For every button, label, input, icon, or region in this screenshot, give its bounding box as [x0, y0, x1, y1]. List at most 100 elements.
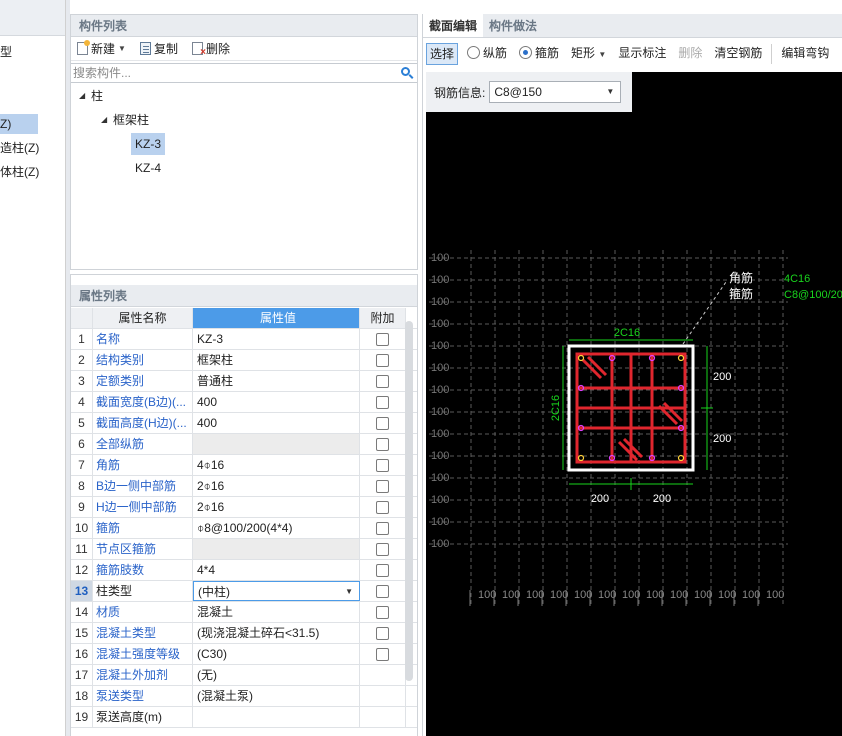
property-row[interactable]: 4 截面宽度(B边)(... 400	[71, 392, 417, 413]
add-checkbox-cell[interactable]	[360, 413, 406, 433]
property-row[interactable]: 14 材质 混凝土	[71, 602, 417, 623]
copy-button[interactable]: 复制	[138, 39, 180, 59]
add-checkbox-cell[interactable]	[360, 644, 406, 664]
add-checkbox[interactable]	[376, 416, 389, 430]
add-checkbox[interactable]	[376, 479, 389, 493]
property-row[interactable]: 16 混凝土强度等级 (C30)	[71, 644, 417, 665]
header-name[interactable]: 属性名称	[93, 308, 193, 328]
delete-button[interactable]: 删除	[190, 39, 232, 59]
property-row[interactable]: 19 泵送高度(m)	[71, 707, 417, 728]
expand-arrow-icon[interactable]: ◢	[79, 85, 91, 107]
property-row[interactable]: 18 泵送类型 (混凝土泵)	[71, 686, 417, 707]
chevron-down-icon[interactable]: ▼	[345, 582, 353, 600]
add-checkbox[interactable]	[376, 500, 389, 514]
add-checkbox[interactable]	[376, 458, 389, 472]
section-canvas[interactable]: 100 100 100 100 100 100 100 100 100 100 100 100 100 1…	[426, 72, 842, 736]
add-checkbox-cell[interactable]	[360, 350, 406, 370]
add-checkbox[interactable]	[376, 584, 389, 598]
add-checkbox[interactable]	[376, 605, 389, 619]
left-list-item[interactable]: 体柱(Z)	[0, 162, 40, 182]
tree-node-root[interactable]: ◢ 柱	[79, 85, 103, 107]
property-value[interactable]: 框架柱	[193, 350, 360, 370]
search-icon[interactable]	[401, 67, 410, 76]
add-checkbox-cell[interactable]	[360, 371, 406, 391]
property-scrollbar[interactable]	[405, 321, 413, 681]
property-row[interactable]: 10 箍筋 ⌽8@100/200(4*4)	[71, 518, 417, 539]
add-checkbox-cell[interactable]	[360, 686, 406, 706]
show-annotation-button[interactable]: 显示标注	[615, 43, 669, 65]
add-checkbox[interactable]	[376, 332, 389, 346]
tree-node-group[interactable]: ◢ 框架柱	[101, 109, 149, 131]
left-list-item[interactable]: 型	[0, 42, 40, 62]
select-button[interactable]: 选择	[426, 43, 459, 65]
add-checkbox-cell[interactable]	[360, 623, 406, 643]
property-row[interactable]: 8 B边一侧中部筋 2⌽16	[71, 476, 417, 497]
add-checkbox-cell[interactable]	[360, 539, 406, 559]
new-button[interactable]: 新建 ▼	[75, 39, 128, 59]
add-checkbox-cell[interactable]	[360, 518, 406, 538]
left-list-item-selected[interactable]: Z)	[0, 114, 38, 134]
property-value[interactable]: KZ-3	[193, 329, 360, 349]
tab-component-method[interactable]: 构件做法	[483, 14, 543, 37]
left-list-item[interactable]: 造柱(Z)	[0, 138, 40, 158]
property-value[interactable]: 2⌽16	[193, 497, 360, 517]
add-checkbox[interactable]	[376, 626, 389, 640]
longitudinal-radio[interactable]: 纵筋	[464, 43, 510, 65]
add-checkbox[interactable]	[376, 647, 389, 661]
edit-hook-button[interactable]: 编辑弯钩	[778, 43, 832, 65]
add-checkbox[interactable]	[376, 395, 389, 409]
property-value[interactable]: 2⌽16	[193, 476, 360, 496]
clear-rebar-button[interactable]: 清空钢筋	[711, 43, 765, 65]
property-value[interactable]: (中柱) ▼	[193, 581, 360, 601]
add-checkbox-cell[interactable]	[360, 665, 406, 685]
add-checkbox-cell[interactable]	[360, 497, 406, 517]
property-value[interactable]	[193, 539, 360, 559]
search-input[interactable]	[71, 64, 417, 82]
chevron-down-icon[interactable]: ▼	[118, 44, 126, 53]
property-row[interactable]: 6 全部纵筋	[71, 434, 417, 455]
property-row[interactable]: 17 混凝土外加剂 (无)	[71, 665, 417, 686]
add-checkbox[interactable]	[376, 374, 389, 388]
property-row[interactable]: 5 截面高度(H边)(... 400	[71, 413, 417, 434]
tree-leaf-kz3[interactable]: KZ-3	[131, 133, 166, 155]
add-checkbox-cell[interactable]	[360, 434, 406, 454]
property-row[interactable]: 7 角筋 4⌽16	[71, 455, 417, 476]
property-value[interactable]: 普通柱	[193, 371, 360, 391]
add-checkbox-cell[interactable]	[360, 392, 406, 412]
rebar-info-dropdown[interactable]: C8@150 ▼	[489, 81, 622, 103]
add-checkbox-cell[interactable]	[360, 560, 406, 580]
property-row[interactable]: 15 混凝土类型 (现浇混凝土碎石<31.5)	[71, 623, 417, 644]
add-checkbox-cell[interactable]	[360, 476, 406, 496]
add-checkbox-cell[interactable]	[360, 581, 406, 601]
shape-dropdown[interactable]: 矩形 ▼	[568, 43, 609, 65]
add-checkbox[interactable]	[376, 563, 389, 577]
add-checkbox-cell[interactable]	[360, 455, 406, 475]
add-checkbox[interactable]	[376, 521, 389, 535]
property-row[interactable]: 13 柱类型 (中柱) ▼	[71, 581, 417, 602]
header-value[interactable]: 属性值	[193, 308, 360, 328]
add-checkbox[interactable]	[376, 542, 389, 556]
property-value[interactable]: (现浇混凝土碎石<31.5)	[193, 623, 360, 643]
add-checkbox[interactable]	[376, 353, 389, 367]
add-checkbox-cell[interactable]	[360, 602, 406, 622]
stirrup-radio[interactable]: 箍筋	[516, 43, 562, 65]
property-value[interactable]	[193, 434, 360, 454]
property-row[interactable]: 9 H边一侧中部筋 2⌽16	[71, 497, 417, 518]
property-value[interactable]: (C30)	[193, 644, 360, 664]
property-value[interactable]: 400	[193, 413, 360, 433]
add-checkbox[interactable]	[376, 437, 389, 451]
tree-leaf-kz4[interactable]: KZ-4	[131, 157, 165, 179]
tab-section-edit[interactable]: 截面编辑	[423, 14, 484, 37]
delete-rebar-button[interactable]: 删除	[675, 43, 705, 65]
property-row[interactable]: 11 节点区箍筋	[71, 539, 417, 560]
property-row[interactable]: 12 箍筋肢数 4*4	[71, 560, 417, 581]
property-row[interactable]: 1 名称 KZ-3	[71, 329, 417, 350]
property-value[interactable]: 4⌽16	[193, 455, 360, 475]
property-value[interactable]: ⌽8@100/200(4*4)	[193, 518, 360, 538]
expand-arrow-icon[interactable]: ◢	[101, 109, 113, 131]
property-value[interactable]: 混凝土	[193, 602, 360, 622]
property-value[interactable]: 400	[193, 392, 360, 412]
property-value[interactable]: 4*4	[193, 560, 360, 580]
add-checkbox-cell[interactable]	[360, 329, 406, 349]
property-row[interactable]: 3 定额类别 普通柱	[71, 371, 417, 392]
